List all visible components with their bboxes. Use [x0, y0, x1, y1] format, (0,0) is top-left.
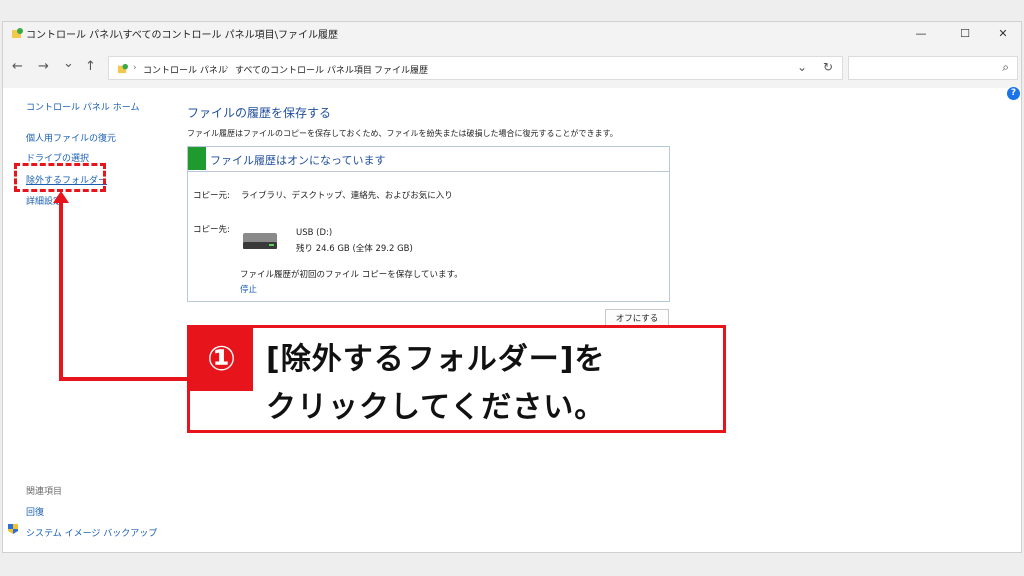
address-bar[interactable]: › コントロール パネル › すべてのコントロール パネル項目 › ファイル履歴…	[108, 56, 843, 80]
recent-locations-icon[interactable]: ⌄	[63, 56, 74, 72]
status-indicator	[188, 147, 206, 170]
related-link-recovery[interactable]: 回復	[26, 505, 44, 518]
destination-label: コピー先:	[193, 225, 230, 235]
forward-arrow-icon[interactable]: →	[38, 59, 49, 75]
drive-space: 残り 24.6 GB (全体 29.2 GB)	[296, 244, 413, 254]
address-dropdown-icon[interactable]: ⌄	[797, 60, 807, 74]
status-title: ファイル履歴はオンになっています	[210, 154, 386, 167]
sidebar-item-restore-personal-files[interactable]: 個人用ファイルの復元	[26, 131, 116, 144]
step-number: ①	[190, 328, 253, 391]
breadcrumb-all-items[interactable]: すべてのコントロール パネル項目	[235, 63, 372, 76]
breadcrumb-separator: ›	[225, 63, 229, 73]
help-icon[interactable]: ?	[1007, 87, 1020, 100]
stop-link[interactable]: 停止	[240, 283, 257, 295]
search-icon[interactable]: ⌕	[1002, 60, 1009, 75]
drive-name: USB (D:)	[296, 228, 333, 238]
maximize-button[interactable]: ☐	[945, 22, 985, 46]
breadcrumb-separator: ›	[133, 63, 137, 73]
shield-icon	[8, 524, 18, 534]
refresh-icon[interactable]: ↻	[823, 60, 833, 74]
status-panel: ファイル履歴はオンになっています コピー元: ライブラリ、デスクトップ、連絡先、…	[187, 146, 670, 302]
page-title: ファイルの履歴を保存する	[187, 106, 332, 120]
control-panel-icon	[117, 63, 128, 74]
progress-text: ファイル履歴が初回のファイル コピーを保存しています。	[240, 270, 463, 280]
breadcrumb-control-panel[interactable]: コントロール パネル	[143, 63, 227, 76]
breadcrumb-separator: ›	[364, 63, 368, 73]
arrow-line-vertical	[59, 200, 63, 380]
source-value: ライブラリ、デスクトップ、連絡先、およびお気に入り	[241, 191, 453, 201]
file-history-icon	[12, 28, 23, 38]
minimize-button[interactable]: —	[901, 22, 941, 46]
search-box[interactable]: ⌕	[848, 56, 1018, 80]
up-arrow-icon[interactable]: ↑	[85, 59, 96, 75]
source-label: コピー元:	[193, 191, 230, 201]
highlight-box	[14, 163, 106, 192]
title-bar: コントロール パネル\すべてのコントロール パネル項目\ファイル履歴 — ☐ ✕	[3, 22, 1021, 46]
related-link-system-image-backup[interactable]: システム イメージ バックアップ	[26, 526, 157, 539]
instruction-line-2: クリックしてください。	[266, 390, 606, 425]
status-header: ファイル履歴はオンになっています	[188, 147, 669, 172]
close-button[interactable]: ✕	[983, 22, 1023, 46]
related-heading: 関連項目	[26, 487, 63, 497]
arrow-line-horizontal	[59, 377, 189, 381]
sidebar-control-panel-home[interactable]: コントロール パネル ホーム	[26, 100, 139, 113]
page-description: ファイル履歴はファイルのコピーを保存しておくため、ファイルを紛失または破損した場…	[187, 129, 618, 138]
breadcrumb-file-history[interactable]: ファイル履歴	[374, 63, 428, 76]
instruction-callout: ① [除外するフォルダー]を クリックしてください。	[187, 325, 726, 433]
usb-drive-icon	[243, 233, 277, 249]
back-arrow-icon[interactable]: ←	[12, 59, 23, 75]
instruction-line-1: [除外するフォルダー]を	[266, 342, 606, 377]
window-title: コントロール パネル\すべてのコントロール パネル項目\ファイル履歴	[26, 30, 338, 41]
navigation-bar: ← → ⌄ ↑ › コントロール パネル › すべてのコントロール パネル項目 …	[3, 46, 1021, 88]
